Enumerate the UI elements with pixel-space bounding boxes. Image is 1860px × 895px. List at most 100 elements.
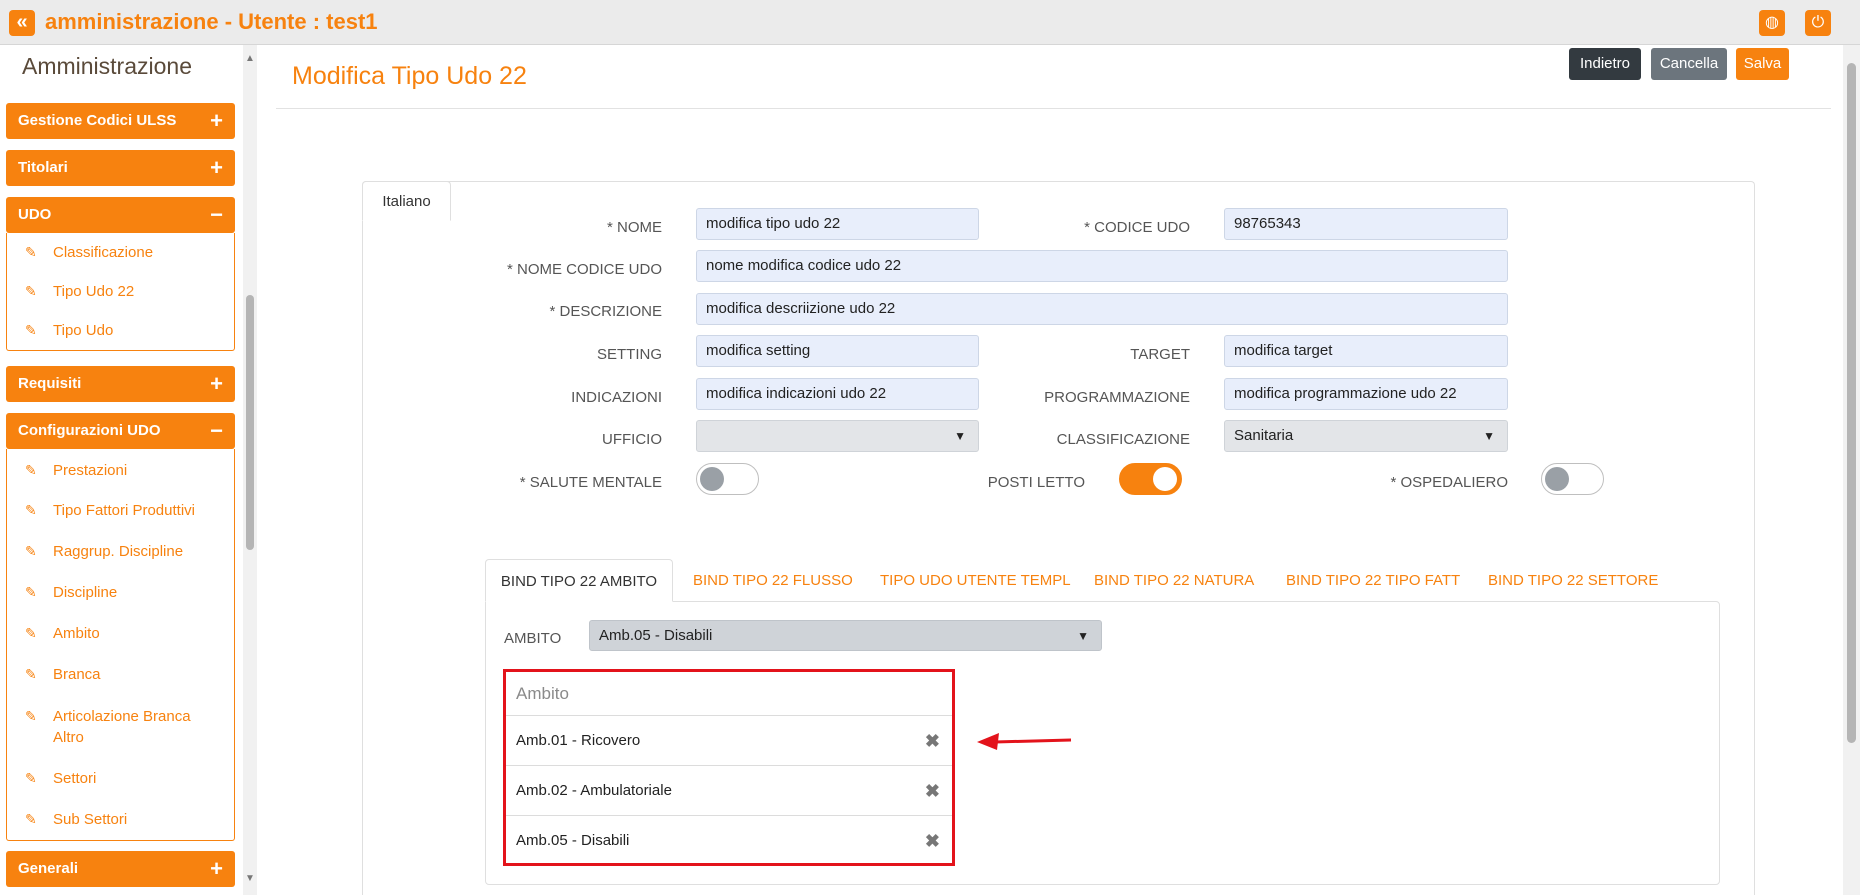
tab-italiano[interactable]: Italiano [362, 181, 451, 221]
back-button[interactable]: Indietro [1569, 48, 1641, 80]
programmazione-input[interactable]: modifica programmazione udo 22 [1224, 378, 1508, 410]
menu-header-label: Titolari [18, 159, 68, 176]
scroll-down-icon[interactable]: ▼ [245, 873, 255, 884]
menu-group-udo: UDO − ✎ Classificazione ✎ Tipo Udo 22 ✎ Tip… [6, 197, 235, 351]
remove-icon[interactable]: ✖ [925, 716, 940, 766]
menu-header-label: Gestione Codici ULSS [18, 112, 177, 129]
ambito-label: AMBITO [504, 630, 562, 647]
menu-header-requisiti[interactable]: Requisiti + [6, 366, 235, 402]
page-scrollbar-thumb[interactable] [1847, 63, 1856, 743]
page-scrollbar[interactable] [1843, 45, 1860, 895]
user-edit-icon: ✎ [25, 283, 37, 299]
cancel-button[interactable]: Cancella [1651, 48, 1727, 80]
menu-group-gestione-codici-ulss: Gestione Codici ULSS + [6, 103, 235, 139]
classificazione-value: Sanitaria [1234, 427, 1294, 444]
menu-header-titolari[interactable]: Titolari + [6, 150, 235, 186]
sidebar-item-ambito[interactable]: ✎ Ambito [7, 613, 234, 654]
user-edit-icon: ✎ [25, 666, 37, 682]
sidebar-item-raggrup-discipline[interactable]: ✎ Raggrup. Discipline [7, 531, 234, 572]
sidebar-scrollbar[interactable]: ▲ ▼ [243, 45, 257, 895]
sidebar-item-discipline[interactable]: ✎ Discipline [7, 572, 234, 613]
sidebar-item-tipo-udo-22[interactable]: ✎ Tipo Udo 22 [7, 272, 234, 311]
classificazione-select[interactable]: Sanitaria ▼ [1224, 420, 1508, 452]
descrizione-label: * DESCRIZIONE [549, 303, 662, 320]
ambito-item-label: Amb.02 - Ambulatoriale [516, 782, 672, 799]
list-item: Amb.01 - Ricovero ✖ [506, 716, 952, 766]
codice-udo-input[interactable]: 98765343 [1224, 208, 1508, 240]
setting-label: SETTING [596, 346, 662, 363]
user-edit-icon: ✎ [25, 502, 37, 518]
remove-icon[interactable]: ✖ [925, 816, 940, 866]
sidebar-item-branca[interactable]: ✎ Branca [7, 654, 234, 695]
nome-codice-udo-input[interactable]: nome modifica codice udo 22 [696, 250, 1508, 282]
menu-header-gestione-codici-ulss[interactable]: Gestione Codici ULSS + [6, 103, 235, 139]
menu-header-generali[interactable]: Generali + [6, 851, 235, 887]
list-item: Amb.05 - Disabili ✖ [506, 816, 952, 866]
menu-group-generali: Generali + [6, 851, 235, 887]
scroll-up-icon[interactable]: ▲ [245, 53, 255, 64]
sidebar-item-sub-settori[interactable]: ✎ Sub Settori [7, 799, 234, 840]
sidebar-item-label: Tipo Udo [53, 322, 114, 339]
sidebar-item-label: Prestazioni [53, 462, 128, 479]
sidebar-item-tipo-udo[interactable]: ✎ Tipo Udo [7, 311, 234, 350]
tab-bind-tipo-22-flusso[interactable]: BIND TIPO 22 FLUSSO [693, 559, 853, 602]
toggle-knob [1545, 467, 1569, 491]
expand-icon: + [210, 371, 223, 396]
salute-mentale-label: * SALUTE MENTALE [519, 474, 662, 491]
sidebar-item-articolazione-branca-altro[interactable]: ✎ Articolazione Branca Altro [7, 695, 234, 758]
ambito-select[interactable]: Amb.05 - Disabili ▼ [589, 620, 1102, 651]
codice-udo-label: * CODICE UDO [1084, 219, 1190, 236]
remove-icon[interactable]: ✖ [925, 766, 940, 816]
ufficio-label: UFFICIO [602, 431, 662, 448]
ufficio-select[interactable]: ▼ [696, 420, 979, 452]
tab-bind-tipo-22-settore[interactable]: BIND TIPO 22 SETTORE [1488, 559, 1658, 602]
descrizione-input[interactable]: modifica descriizione udo 22 [696, 293, 1508, 325]
user-edit-icon: ✎ [25, 584, 37, 600]
sidebar-title: Amministrazione [22, 53, 192, 79]
tab-bind-tipo-22-tipo-fatt[interactable]: BIND TIPO 22 TIPO FATT [1286, 559, 1460, 602]
tab-bind-tipo-22-natura[interactable]: BIND TIPO 22 NATURA [1094, 559, 1254, 602]
salute-mentale-toggle[interactable] [696, 463, 759, 495]
sidebar: Amministrazione Gestione Codici ULSS + T… [0, 45, 258, 895]
menu-header-label: Configurazioni UDO [18, 422, 161, 439]
nome-input[interactable]: modifica tipo udo 22 [696, 208, 979, 240]
ambito-item-label: Amb.05 - Disabili [516, 832, 630, 849]
ambito-list-header: Ambito [506, 672, 952, 716]
nome-codice-udo-label: * NOME CODICE UDO [506, 261, 662, 278]
tab-tipo-udo-utente-templ[interactable]: TIPO UDO UTENTE TEMPL [880, 559, 1071, 602]
sidebar-item-label: Discipline [53, 584, 118, 601]
sidebar-item-settori[interactable]: ✎ Settori [7, 758, 234, 799]
expand-icon: + [210, 155, 223, 180]
indicazioni-input[interactable]: modifica indicazioni udo 22 [696, 378, 979, 410]
menu-header-configurazioni-udo[interactable]: Configurazioni UDO − [6, 413, 235, 449]
tab-bind-tipo-22-ambito[interactable]: BIND TIPO 22 AMBITO [485, 559, 673, 602]
user-edit-icon: ✎ [25, 708, 37, 724]
save-button[interactable]: Salva [1736, 48, 1789, 80]
menu-header-udo[interactable]: UDO − [6, 197, 235, 233]
sidebar-item-label: Classificazione [53, 244, 154, 261]
globe-icon[interactable]: ◍ [1759, 10, 1785, 36]
ospedaliero-toggle[interactable] [1541, 463, 1604, 495]
caret-down-icon: ▼ [1077, 629, 1089, 643]
sidebar-item-tipo-fattori-produttivi[interactable]: ✎ Tipo Fattori Produttivi [7, 490, 234, 531]
sidebar-item-label: Raggrup. Discipline [53, 543, 184, 560]
target-label: TARGET [1130, 346, 1190, 363]
target-input[interactable]: modifica target [1224, 335, 1508, 367]
expand-icon: + [210, 856, 223, 881]
menu-items-udo: ✎ Classificazione ✎ Tipo Udo 22 ✎ Tipo Udo [6, 233, 235, 351]
sidebar-item-prestazioni[interactable]: ✎ Prestazioni [7, 449, 234, 490]
user-edit-icon: ✎ [25, 462, 37, 478]
sidebar-scrollbar-thumb[interactable] [246, 295, 254, 550]
posti-letto-toggle[interactable] [1119, 463, 1182, 495]
user-edit-icon: ✎ [25, 543, 37, 559]
caret-down-icon: ▼ [1483, 429, 1495, 443]
user-edit-icon: ✎ [25, 811, 37, 827]
collapse-sidebar-icon[interactable]: « [9, 10, 35, 36]
collapse-icon: − [210, 418, 223, 443]
menu-group-requisiti: Requisiti + [6, 366, 235, 402]
power-icon[interactable]: ⏻ [1805, 10, 1831, 36]
setting-input[interactable]: modifica setting [696, 335, 979, 367]
ambito-item-label: Amb.01 - Ricovero [516, 732, 641, 749]
nome-label: * NOME [606, 219, 662, 236]
sidebar-item-classificazione[interactable]: ✎ Classificazione [7, 233, 234, 272]
